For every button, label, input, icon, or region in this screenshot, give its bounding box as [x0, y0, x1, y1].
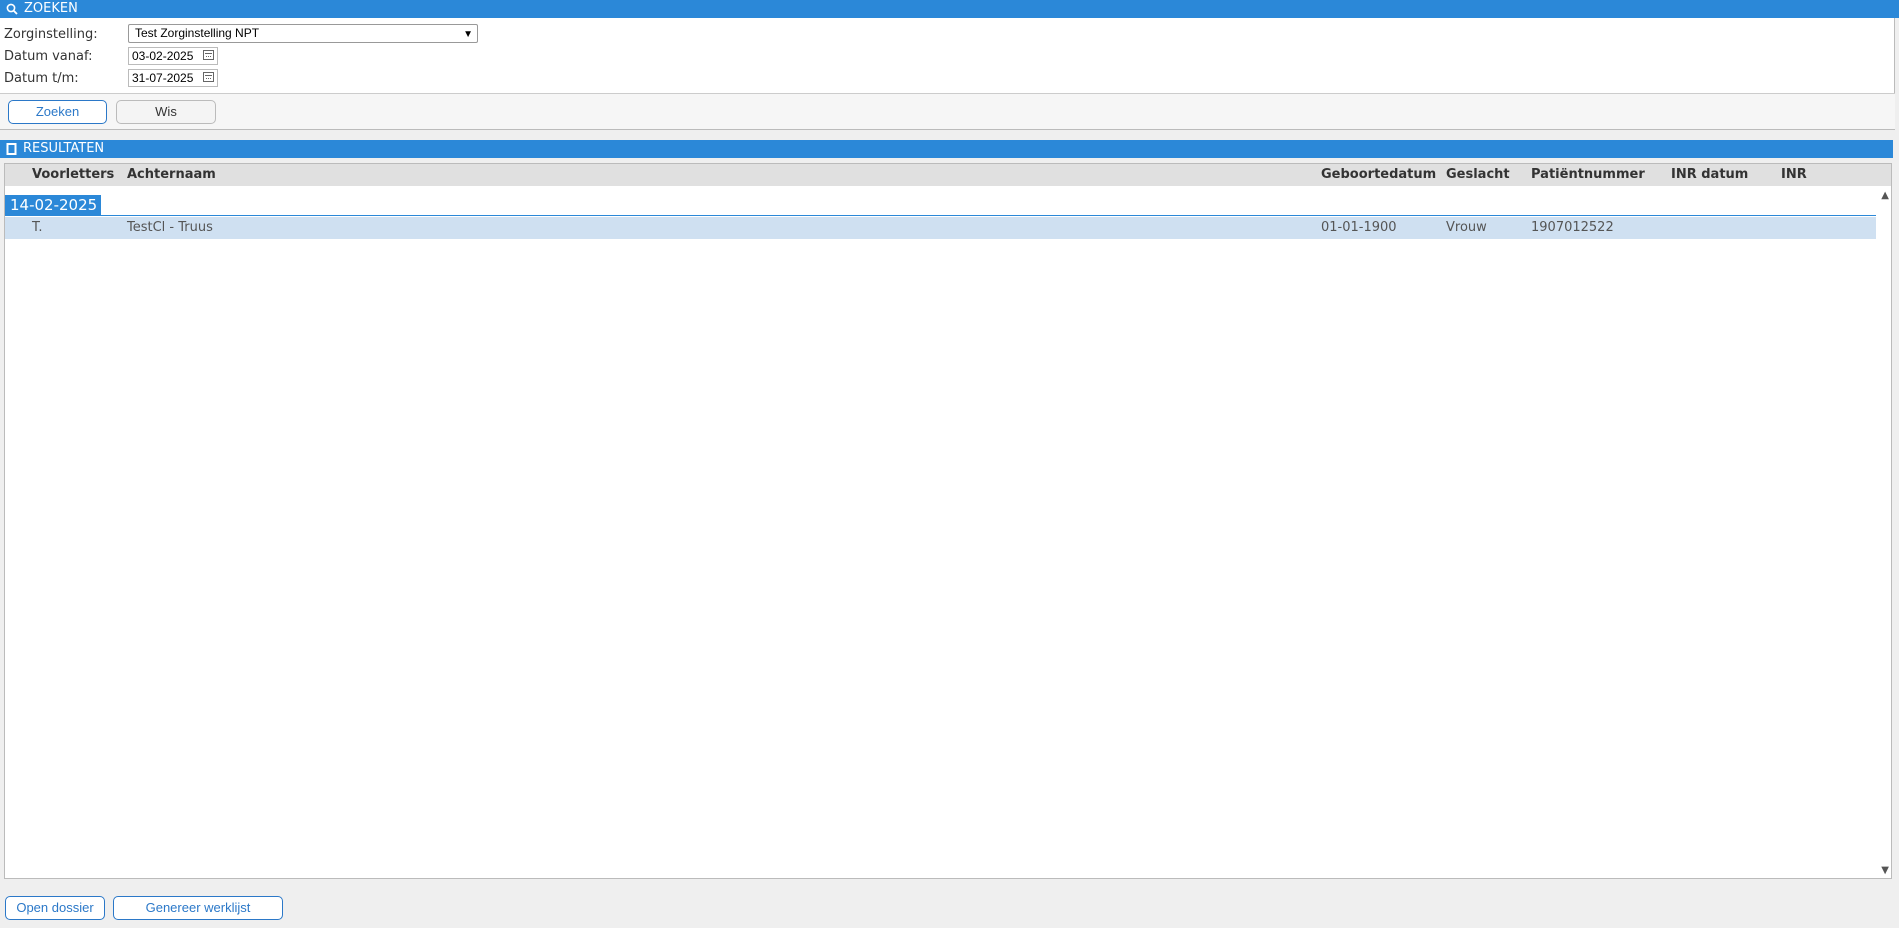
zorginstelling-select[interactable]: Test Zorginstelling NPT ▼	[128, 24, 478, 43]
form-row-datum-vanaf: Datum vanaf:	[4, 46, 128, 66]
zorginstelling-label: Zorginstelling:	[4, 26, 98, 42]
results-table-header: Voorletters Achternaam Geboortedatum Ges…	[5, 164, 1891, 186]
datum-tm-input[interactable]: 31-07-2025	[128, 69, 218, 87]
results-panel: Voorletters Achternaam Geboortedatum Ges…	[4, 163, 1892, 879]
cell-patientnummer: 1907012522	[1531, 220, 1614, 235]
search-panel-header: ZOEKEN	[0, 0, 1899, 18]
group-date-header: 14-02-2025	[5, 195, 101, 215]
genereer-werklijst-button[interactable]: Genereer werklijst	[113, 896, 283, 920]
search-panel-title: ZOEKEN	[24, 1, 78, 16]
results-panel-title: RESULTATEN	[23, 141, 105, 156]
zorginstelling-value: Test Zorginstelling NPT	[135, 26, 260, 40]
column-header-geboortedatum[interactable]: Geboortedatum	[1321, 164, 1436, 186]
form-row-datum-tm: Datum t/m:	[4, 68, 128, 88]
form-row-zorginstelling: Zorginstelling:	[4, 24, 128, 44]
column-header-inr-datum[interactable]: INR datum	[1671, 164, 1748, 186]
datum-vanaf-label: Datum vanaf:	[4, 48, 93, 64]
calendar-icon[interactable]	[203, 50, 214, 60]
datum-tm-value: 31-07-2025	[132, 71, 194, 85]
zoeken-button[interactable]: Zoeken	[8, 100, 107, 124]
chevron-down-icon: ▼	[463, 29, 473, 40]
column-header-inr[interactable]: INR	[1781, 164, 1807, 186]
table-row[interactable]: T. TestCl - Truus 01-01-1900 Vrouw 19070…	[5, 217, 1876, 239]
column-header-voorletters[interactable]: Voorletters	[32, 164, 114, 186]
document-icon	[6, 143, 17, 155]
search-icon	[6, 3, 18, 15]
search-panel: Zorginstelling: Test Zorginstelling NPT …	[0, 18, 1895, 130]
group-divider	[5, 215, 1876, 216]
datum-vanaf-input[interactable]: 03-02-2025	[128, 47, 218, 65]
column-header-patientnummer[interactable]: Patiëntnummer	[1531, 164, 1645, 186]
search-button-bar: Zoeken Wis	[0, 93, 1895, 130]
calendar-icon[interactable]	[203, 72, 214, 82]
scroll-down-icon[interactable]: ▼	[1881, 865, 1889, 876]
datum-tm-label: Datum t/m:	[4, 70, 79, 86]
wis-button[interactable]: Wis	[116, 100, 216, 124]
cell-geboortedatum: 01-01-1900	[1321, 220, 1397, 235]
scroll-up-icon[interactable]: ▲	[1881, 190, 1889, 201]
cell-geslacht: Vrouw	[1446, 220, 1487, 235]
open-dossier-button[interactable]: Open dossier	[5, 896, 105, 920]
column-header-geslacht[interactable]: Geslacht	[1446, 164, 1510, 186]
column-header-achternaam[interactable]: Achternaam	[127, 164, 216, 186]
cell-voorletters: T.	[32, 220, 43, 235]
results-panel-header: RESULTATEN	[0, 140, 1893, 158]
cell-achternaam: TestCl - Truus	[127, 220, 213, 235]
datum-vanaf-value: 03-02-2025	[132, 49, 194, 63]
